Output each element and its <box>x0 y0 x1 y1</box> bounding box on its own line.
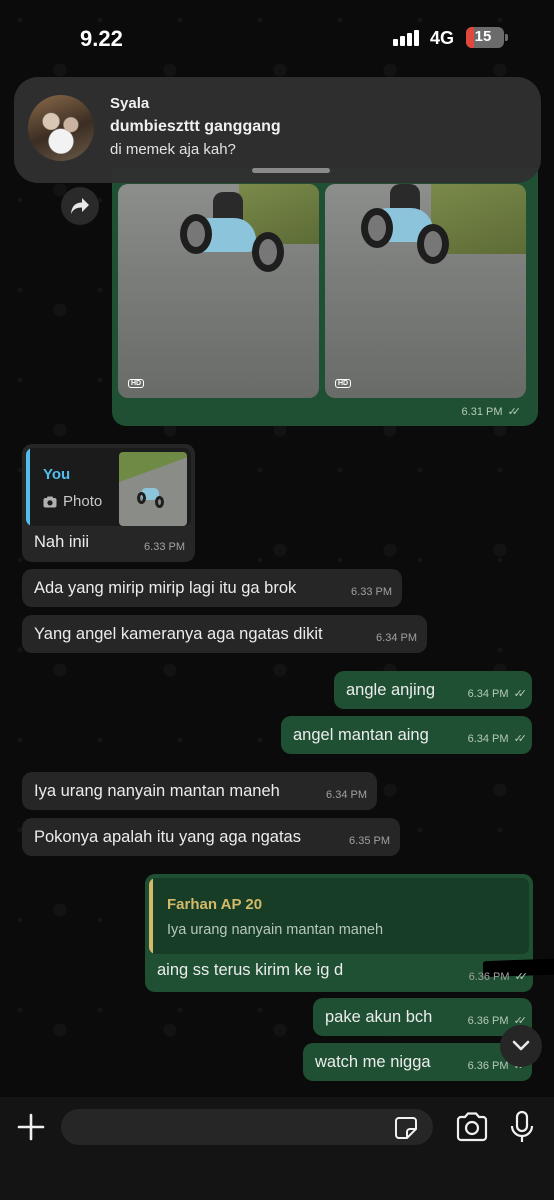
quote-type-label: Photo <box>63 493 103 510</box>
camera-icon <box>456 1112 488 1142</box>
message-input[interactable] <box>61 1109 433 1145</box>
quoted-message[interactable]: You Photo <box>26 448 191 526</box>
status-bar: 9.22 4G 15 <box>0 0 554 76</box>
microphone-icon <box>510 1110 534 1142</box>
forward-button[interactable] <box>61 187 99 225</box>
chevron-down-icon <box>512 1040 530 1051</box>
double-check-icon: ✓✓ <box>513 688 528 700</box>
quoted-message[interactable]: Farhan AP 20 Iya urang nanyain mantan ma… <box>149 878 529 954</box>
message-bubble-incoming[interactable]: Ada yang mirip mirip lagi itu ga brok 6.… <box>22 569 402 607</box>
message-meta: 6.34 PM ✓✓ <box>467 732 528 746</box>
forward-icon <box>71 198 89 214</box>
message-time: 6.36 PM <box>467 1014 509 1027</box>
network-type: 4G <box>430 28 455 48</box>
message-text: angle anjing <box>346 680 435 699</box>
message-meta: 6.33 PM <box>351 586 392 598</box>
message-text: Ada yang mirip mirip lagi itu ga brok <box>34 578 297 597</box>
cellular-signal-icon <box>393 30 421 46</box>
motorcycle-photo[interactable]: HD <box>325 184 526 398</box>
message-bubble-outgoing[interactable]: watch me nigga 6.36 PM✓✓ <box>303 1043 532 1081</box>
message-text: angel mantan aing <box>293 725 429 744</box>
double-check-icon: ✓✓ <box>513 733 528 745</box>
hd-badge: HD <box>335 379 352 388</box>
message-bubble-incoming[interactable]: Pokonya apalah itu yang aga ngatas 6.35 … <box>22 818 400 856</box>
message-bubble-incoming[interactable]: You Photo Nah inii 6.33 PM <box>22 444 195 562</box>
notification-group: dumbieszttt ganggang <box>110 118 281 135</box>
drag-handle[interactable] <box>252 168 330 173</box>
message-meta: 6.34 PM <box>326 789 367 801</box>
message-bubble-outgoing[interactable]: pake akun bch 6.36 PM ✓✓ <box>313 998 532 1036</box>
hd-badge: HD <box>128 379 145 388</box>
scroll-to-bottom-button[interactable] <box>500 1025 542 1067</box>
message-time: 6.34 PM <box>467 732 509 745</box>
notification-sender: Syala <box>110 95 150 112</box>
battery-icon: 15 <box>466 27 508 48</box>
notification-banner[interactable]: Syala dumbieszttt ganggang di memek aja … <box>14 77 541 183</box>
message-time: 6.36 PM <box>468 970 510 983</box>
quote-author: You <box>43 466 71 483</box>
message-bubble-incoming[interactable]: Yang angel kameranya aga ngatas dikit 6.… <box>22 615 427 653</box>
message-time: 6.33 PM <box>351 586 392 598</box>
sticker-icon <box>395 1117 417 1139</box>
message-text: Pokonya apalah itu yang aga ngatas <box>34 827 301 846</box>
status-time: 9.22 <box>80 26 123 51</box>
message-text: Yang angel kameranya aga ngatas dikit <box>34 624 323 643</box>
motorcycle-photo[interactable]: HD <box>118 184 319 398</box>
camera-button[interactable] <box>455 1112 489 1142</box>
message-text: pake akun bch <box>325 1007 433 1026</box>
message-meta: 6.35 PM <box>349 835 390 847</box>
quote-text: Iya urang nanyain mantan maneh <box>167 922 384 938</box>
image-message-bubble[interactable]: HD HD 6.31 PM ✓✓ <box>112 168 538 426</box>
sticker-button[interactable] <box>394 1116 418 1140</box>
camera-small-icon <box>43 496 57 507</box>
battery-level: 15 <box>474 28 492 45</box>
message-meta: 6.36 PM ✓✓ <box>468 970 529 984</box>
avatar <box>28 95 94 161</box>
attach-button[interactable] <box>14 1110 48 1144</box>
message-text: Nah inii <box>34 533 90 551</box>
quote-thumbnail <box>119 452 187 526</box>
message-time: 6.34 PM <box>376 632 417 644</box>
plus-icon <box>17 1113 45 1141</box>
message-bubble-outgoing[interactable]: angle anjing 6.34 PM ✓✓ <box>334 671 532 709</box>
message-text: watch me nigga <box>315 1052 431 1071</box>
message-text: Iya urang nanyain mantan maneh <box>34 781 280 800</box>
message-time: 6.34 PM <box>467 687 509 700</box>
message-meta: 6.34 PM ✓✓ <box>467 687 528 701</box>
message-meta: 6.33 PM <box>144 541 185 553</box>
message-time: 6.31 PM <box>461 406 503 418</box>
message-meta: 6.31 PM ✓✓ <box>461 405 522 418</box>
microphone-button[interactable] <box>508 1110 536 1144</box>
quote-author: Farhan AP 20 <box>167 896 263 913</box>
message-time: 6.35 PM <box>349 835 390 847</box>
message-time: 6.36 PM <box>467 1059 509 1072</box>
message-bubble-incoming[interactable]: Iya urang nanyain mantan maneh 6.34 PM <box>22 772 377 810</box>
double-check-icon: ✓✓ <box>514 971 529 983</box>
message-bubble-outgoing[interactable]: angel mantan aing 6.34 PM ✓✓ <box>281 716 532 754</box>
message-meta: 6.34 PM <box>376 632 417 644</box>
notification-message: di memek aja kah? <box>110 141 236 158</box>
double-check-icon: ✓✓ <box>507 406 522 418</box>
message-time: 6.33 PM <box>144 541 185 553</box>
message-bubble-outgoing[interactable]: Farhan AP 20 Iya urang nanyain mantan ma… <box>145 874 554 992</box>
message-time: 6.34 PM <box>326 789 367 801</box>
input-bar <box>0 1097 554 1200</box>
message-text: aing ss terus kirim ke ig d <box>157 961 344 979</box>
